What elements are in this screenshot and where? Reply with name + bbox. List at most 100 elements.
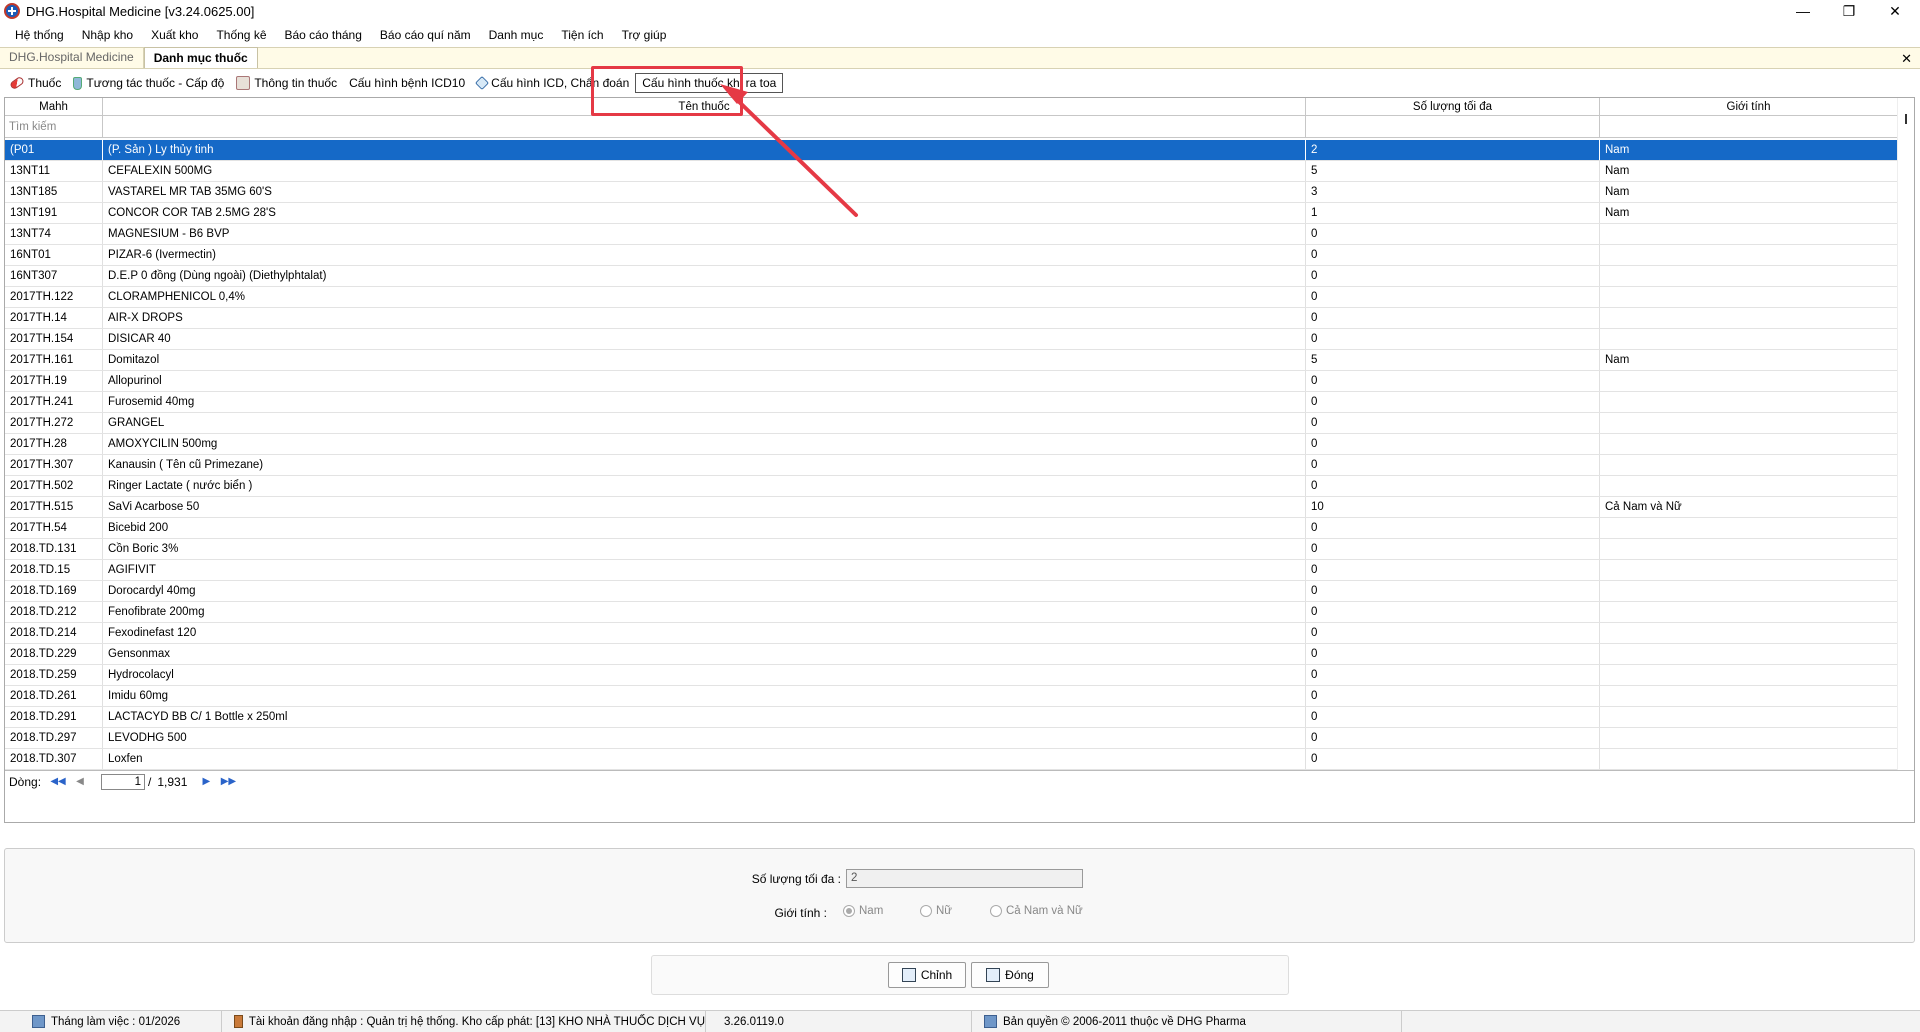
next-page-icon[interactable]: ▶ <box>197 775 215 789</box>
table-row[interactable]: 16NT01 PIZAR-6 (Ivermectin) 0 <box>5 245 1898 266</box>
table-row[interactable]: 2018.TD.214 Fexodinefast 120 0 <box>5 623 1898 644</box>
users-icon <box>234 1015 243 1028</box>
menu-danh-muc[interactable]: Danh mục <box>480 24 553 46</box>
tab-tuong-tac-thuoc[interactable]: Tương tác thuốc - Cấp độ <box>67 72 230 94</box>
table-row[interactable]: 2018.TD.131 Cồn Boric 3% 0 <box>5 539 1898 560</box>
minimize-icon[interactable]: — <box>1780 0 1826 22</box>
cell-mahh: 16NT01 <box>5 245 103 265</box>
table-row[interactable]: 2017TH.19 Allopurinol 0 <box>5 371 1898 392</box>
table-row[interactable]: 2017TH.241 Furosemid 40mg 0 <box>5 392 1898 413</box>
cell-gioi-tinh <box>1600 665 1898 685</box>
cell-gioi-tinh <box>1600 602 1898 622</box>
table-row[interactable]: 13NT191 CONCOR COR TAB 2.5MG 28'S 1 Nam <box>5 203 1898 224</box>
record-navigator: Dòng: ◀◀ ◀ / 1,931 ▶ ▶▶ <box>5 770 1914 792</box>
close-icon[interactable]: ✕ <box>1872 0 1918 22</box>
cell-so-luong: 0 <box>1306 308 1600 328</box>
table-row[interactable]: 2018.TD.259 Hydrocolacyl 0 <box>5 665 1898 686</box>
table-row[interactable]: (P01 (P. Sản ) Ly thủy tinh 2 Nam <box>5 140 1898 161</box>
table-row[interactable]: 2017TH.14 AIR-X DROPS 0 <box>5 308 1898 329</box>
cell-ten-thuoc: AMOXYCILIN 500mg <box>103 434 1306 454</box>
tab-thong-tin-thuoc[interactable]: Thông tin thuốc <box>230 72 343 94</box>
cell-ten-thuoc: Dorocardyl 40mg <box>103 581 1306 601</box>
menu-he-thong[interactable]: Hệ thống <box>6 24 73 46</box>
table-row[interactable]: 2018.TD.169 Dorocardyl 40mg 0 <box>5 581 1898 602</box>
doc-tab-home[interactable]: DHG.Hospital Medicine <box>0 47 144 68</box>
cell-mahh: 2018.TD.131 <box>5 539 103 559</box>
cell-so-luong: 10 <box>1306 497 1600 517</box>
table-row[interactable]: 2018.TD.15 AGIFIVIT 0 <box>5 560 1898 581</box>
doc-tab-drug-catalog[interactable]: Danh mục thuốc <box>143 47 258 68</box>
menu-tien-ich[interactable]: Tiện ích <box>552 24 612 46</box>
radio-nam[interactable]: Nam <box>843 905 883 917</box>
table-row[interactable]: 2018.TD.229 Gensonmax 0 <box>5 644 1898 665</box>
table-row[interactable]: 2018.TD.261 Imidu 60mg 0 <box>5 686 1898 707</box>
max-quantity-input[interactable]: 2 <box>846 869 1083 888</box>
restore-icon[interactable]: ❐ <box>1826 0 1872 22</box>
close-tab-icon[interactable]: ✕ <box>1901 51 1912 67</box>
menu-thong-ke[interactable]: Thống kê <box>207 24 275 46</box>
info-icon <box>236 76 251 90</box>
cell-ten-thuoc: DISICAR 40 <box>103 329 1306 349</box>
radio-dot <box>920 905 932 917</box>
table-row[interactable]: 2017TH.28 AMOXYCILIN 500mg 0 <box>5 434 1898 455</box>
table-row[interactable]: 2018.TD.297 LEVODHG 500 0 <box>5 728 1898 749</box>
menu-nhap-kho[interactable]: Nhập kho <box>73 24 142 46</box>
header-gioi-tinh[interactable]: Giới tính <box>1600 98 1898 116</box>
cell-ten-thuoc: CONCOR COR TAB 2.5MG 28'S <box>103 203 1306 223</box>
menu-bao-cao-thang[interactable]: Báo cáo tháng <box>276 24 371 46</box>
vertical-scrollbar[interactable] <box>1897 98 1914 770</box>
page-input[interactable] <box>101 773 146 790</box>
table-row[interactable]: 16NT307 D.E.P 0 đồng (Dùng ngoài) (Diethy… <box>5 266 1898 287</box>
radio-ca-nam-va-nu[interactable]: Cả Nam và Nữ <box>990 905 1083 917</box>
tab-cau-hinh-benh-icd10[interactable]: Cấu hình bệnh ICD10 <box>343 72 471 94</box>
edit-button[interactable]: Chỉnh <box>888 962 966 988</box>
cell-mahh: 2017TH.14 <box>5 308 103 328</box>
cell-ten-thuoc: GRANGEL <box>103 413 1306 433</box>
cell-mahh: 2018.TD.214 <box>5 623 103 643</box>
last-page-icon[interactable]: ▶▶ <box>219 775 237 789</box>
cell-so-luong: 0 <box>1306 371 1600 391</box>
table-row[interactable]: 2017TH.515 SaVi Acarbose 50 10 Cả Nam và Nữ <box>5 497 1898 518</box>
cell-ten-thuoc: PIZAR-6 (Ivermectin) <box>103 245 1306 265</box>
menu-xuat-kho[interactable]: Xuất kho <box>142 24 207 46</box>
cell-so-luong: 0 <box>1306 623 1600 643</box>
cell-mahh: 2018.TD.15 <box>5 560 103 580</box>
table-row[interactable]: 13NT185 VASTAREL MR TAB 35MG 60'S 3 Nam <box>5 182 1898 203</box>
table-row[interactable]: 2017TH.54 Bicebid 200 0 <box>5 518 1898 539</box>
cell-gioi-tinh <box>1600 476 1898 496</box>
cell-mahh: (P01 <box>5 140 103 160</box>
tab-label: Cấu hình bệnh ICD10 <box>349 76 466 90</box>
filter-cell[interactable] <box>1600 116 1898 138</box>
filter-cell[interactable] <box>1306 116 1600 138</box>
cell-mahh: 2017TH.272 <box>5 413 103 433</box>
navigator-separator: / <box>148 774 152 789</box>
table-row[interactable]: 2017TH.161 Domitazol 5 Nam <box>5 350 1898 371</box>
cell-mahh: 2018.TD.259 <box>5 665 103 685</box>
table-row[interactable]: 2017TH.154 DISICAR 40 0 <box>5 329 1898 350</box>
cell-gioi-tinh <box>1600 623 1898 643</box>
table-row[interactable]: 2018.TD.307 Loxfen 0 <box>5 749 1898 770</box>
header-mahh[interactable]: Mahh <box>5 98 103 116</box>
table-row[interactable]: 2017TH.272 GRANGEL 0 <box>5 413 1898 434</box>
filter-input[interactable]: Tìm kiếm <box>5 116 103 138</box>
menu-tro-giup[interactable]: Trợ giúp <box>613 24 676 46</box>
radio-nu[interactable]: Nữ <box>920 905 952 917</box>
prev-page-icon[interactable]: ◀ <box>71 775 89 789</box>
filter-cell[interactable] <box>103 116 1306 138</box>
table-row[interactable]: 2018.TD.291 LACTACYD BB C/ 1 Bottle x 250… <box>5 707 1898 728</box>
table-row[interactable]: 2017TH.502 Ringer Lactate ( nước biển ) 0 <box>5 476 1898 497</box>
table-row[interactable]: 2017TH.122 CLORAMPHENICOL 0,4% 0 <box>5 287 1898 308</box>
cell-ten-thuoc: VASTAREL MR TAB 35MG 60'S <box>103 182 1306 202</box>
table-row[interactable]: 13NT74 MAGNESIUM - B6 BVP 0 <box>5 224 1898 245</box>
tab-thuoc[interactable]: Thuốc <box>4 72 67 94</box>
table-row[interactable]: 2017TH.307 Kanausin ( Tên cũ Primezane) 0 <box>5 455 1898 476</box>
close-button[interactable]: Đóng <box>971 962 1049 988</box>
menu-bao-cao-qui-nam[interactable]: Báo cáo quí năm <box>371 24 480 46</box>
table-row[interactable]: 13NT11 CEFALEXIN 500MG 5 Nam <box>5 161 1898 182</box>
scroll-thumb[interactable] <box>1905 114 1907 124</box>
cell-ten-thuoc: (P. Sản ) Ly thủy tinh <box>103 140 1306 160</box>
radio-label: Cả Nam và Nữ <box>1006 905 1083 917</box>
first-page-icon[interactable]: ◀◀ <box>49 775 67 789</box>
table-row[interactable]: 2018.TD.212 Fenofibrate 200mg 0 <box>5 602 1898 623</box>
header-so-luong-toi-da[interactable]: Số lượng tối đa <box>1306 98 1600 116</box>
